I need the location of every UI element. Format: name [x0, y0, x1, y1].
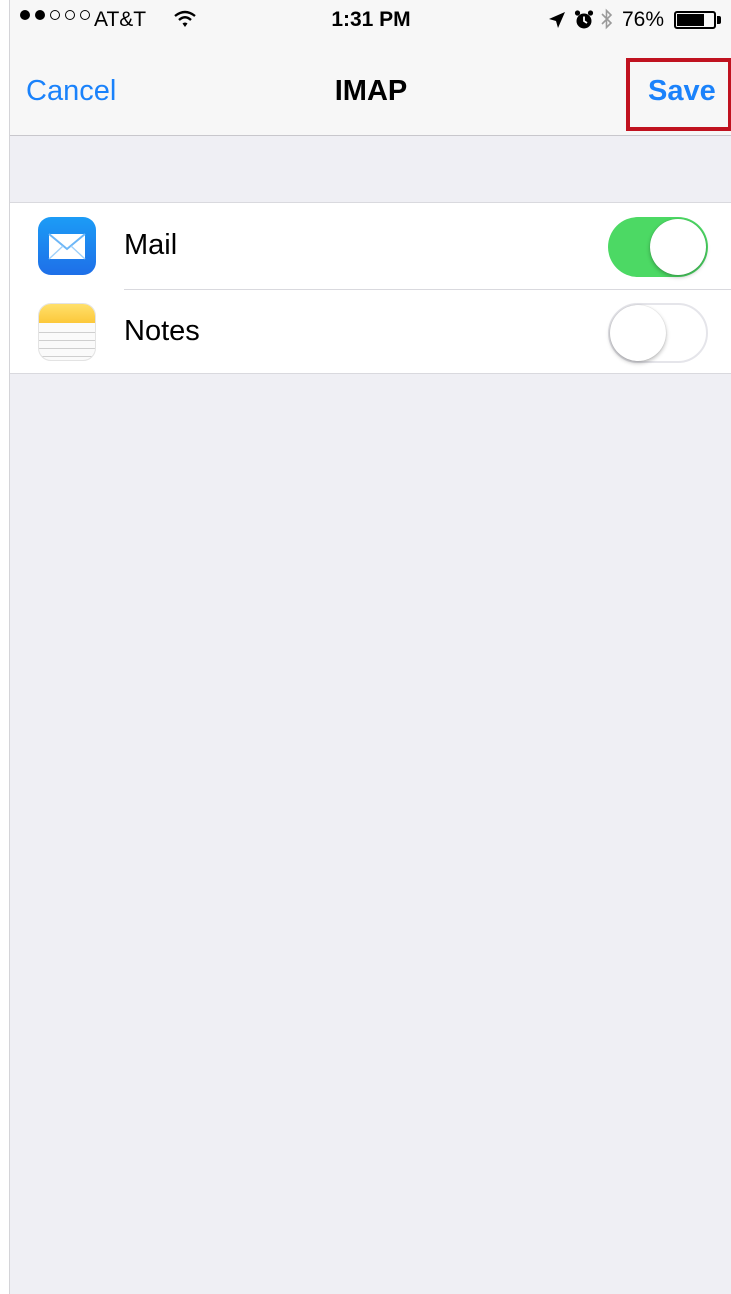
- alarm-icon: [574, 9, 594, 37]
- notes-app-icon: [38, 303, 96, 361]
- save-button[interactable]: Save: [648, 75, 716, 108]
- location-arrow-icon: [547, 10, 567, 36]
- status-bar: AT&T 1:31 PM 76%: [10, 0, 731, 40]
- service-label: Mail: [124, 229, 178, 261]
- notes-line: [39, 356, 95, 357]
- notes-line: [39, 340, 95, 341]
- list-item-notes: Notes: [10, 289, 731, 375]
- battery-tip: [717, 16, 721, 24]
- mail-app-icon: [38, 217, 96, 275]
- notes-line: [39, 348, 95, 349]
- toggle-knob: [610, 305, 666, 361]
- battery-percent: 76%: [622, 8, 665, 31]
- mail-toggle[interactable]: [608, 217, 708, 277]
- notes-header-band: [39, 304, 95, 323]
- battery-icon: [674, 11, 716, 29]
- services-list: Mail Notes: [10, 202, 731, 374]
- notes-line: [39, 332, 95, 333]
- navigation-bar: Cancel IMAP Save: [10, 40, 731, 136]
- toggle-knob: [650, 219, 706, 275]
- notes-toggle[interactable]: [608, 303, 708, 363]
- page-title: IMAP: [334, 75, 408, 107]
- service-label: Notes: [124, 315, 200, 347]
- list-item-mail: Mail: [10, 203, 731, 290]
- screen: AT&T 1:31 PM 76% Cancel IMAP Save Mail N…: [9, 0, 731, 1294]
- battery-level: [677, 14, 704, 26]
- bluetooth-icon: [600, 8, 614, 36]
